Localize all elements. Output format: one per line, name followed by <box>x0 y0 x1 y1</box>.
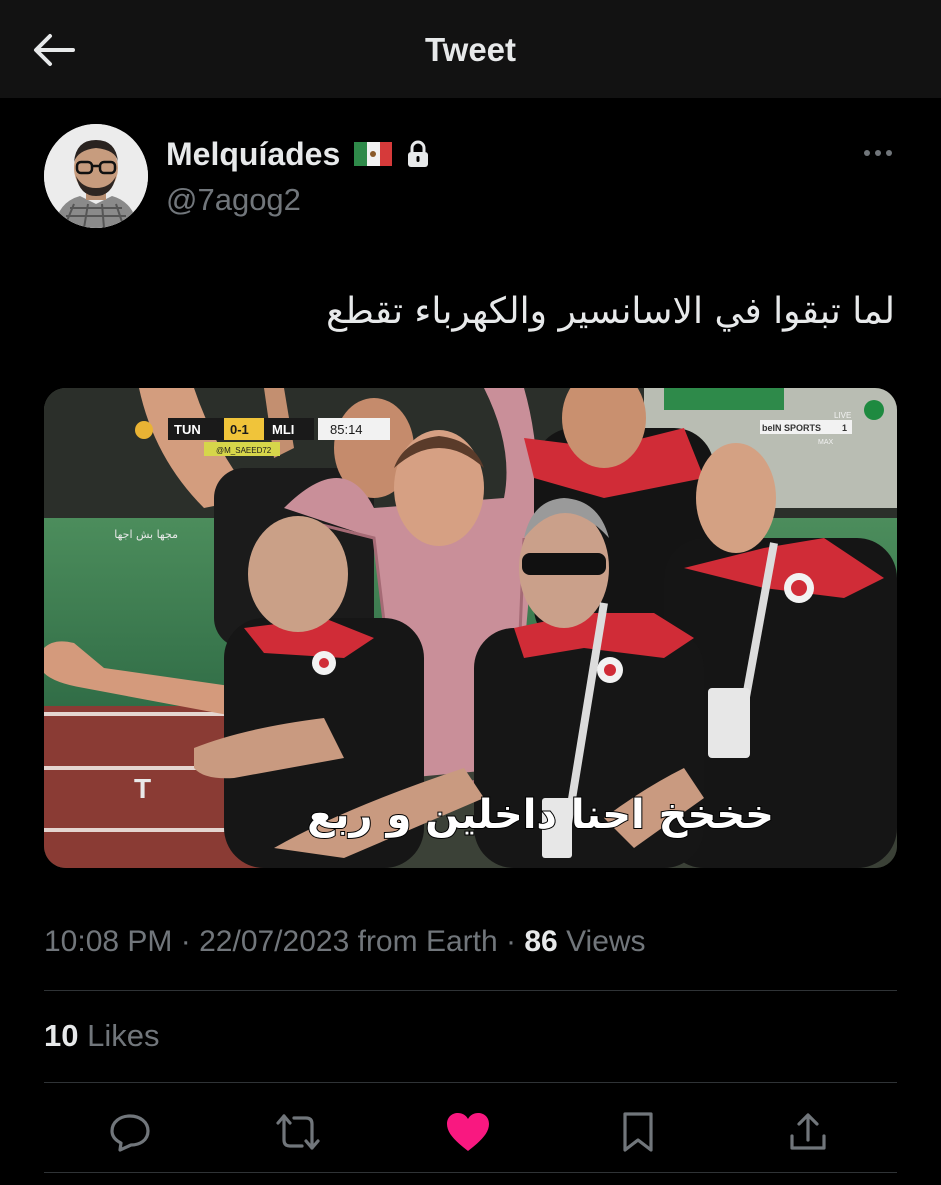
views-label: Views <box>566 925 646 958</box>
tweet-media[interactable]: TUN 0-1 MLI 85:14 @M_SAEED72 beIN SPORTS… <box>44 388 897 868</box>
tweet-meta: 10:08 PM · 22/07/2023 from Earth · 86 Vi… <box>44 922 646 962</box>
retweet-icon <box>276 1114 320 1150</box>
more-options-button[interactable] <box>858 138 898 168</box>
meta-separator: · <box>180 925 191 958</box>
score-home: TUN <box>174 422 201 437</box>
media-image: TUN 0-1 MLI 85:14 @M_SAEED72 beIN SPORTS… <box>44 388 897 868</box>
tweet-date[interactable]: 22/07/2023 <box>199 925 349 958</box>
share-icon <box>790 1113 826 1150</box>
like-icon <box>447 1113 489 1151</box>
reply-icon <box>110 1114 150 1152</box>
score-value: 0-1 <box>230 422 249 437</box>
meta-separator: · <box>506 925 516 958</box>
views-count: 86 <box>524 925 558 958</box>
author-name[interactable]: Melquíades <box>166 134 340 174</box>
match-clock: 85:14 <box>330 422 363 437</box>
avatar-image <box>44 124 148 228</box>
watermark: مجها بش اجها <box>114 528 178 541</box>
divider <box>44 1082 897 1083</box>
likes-label: Likes <box>87 1018 160 1053</box>
source-handle: @M_SAEED72 <box>216 446 272 455</box>
bookmark-icon <box>623 1112 653 1152</box>
avatar[interactable] <box>44 124 148 228</box>
author-name-row[interactable]: Melquíades <box>166 134 430 174</box>
max-label: MAX <box>818 439 834 446</box>
score-away: MLI <box>272 422 294 437</box>
more-icon <box>864 150 892 156</box>
lock-icon <box>408 140 429 167</box>
tweet-text: لما تبقوا في الاسانسير والكهرباء تقطع <box>326 291 895 332</box>
divider <box>44 1172 897 1173</box>
reply-button[interactable] <box>102 1104 158 1160</box>
author-handle[interactable]: @7agog2 <box>166 180 301 220</box>
live-label: LIVE <box>834 411 851 420</box>
tweet-time[interactable]: 10:08 PM <box>44 925 172 958</box>
channel-tag: T <box>134 773 151 804</box>
bookmark-button[interactable] <box>610 1104 666 1160</box>
likes-count: 10 <box>44 1018 79 1053</box>
divider <box>44 990 897 991</box>
action-bar <box>44 1104 897 1160</box>
like-button[interactable] <box>440 1104 496 1160</box>
share-button[interactable] <box>780 1104 836 1160</box>
retweet-button[interactable] <box>270 1104 326 1160</box>
video-subtitle: خخخخ احنا داخلين و ربع <box>307 792 774 838</box>
broadcaster-channel: 1 <box>842 423 847 433</box>
tweet-source: from Earth <box>357 925 498 958</box>
page-title: Tweet <box>424 31 517 68</box>
top-bar: Tweet <box>0 0 941 98</box>
mexico-flag-icon <box>354 142 393 166</box>
broadcaster-name: beIN SPORTS <box>762 423 821 433</box>
likes-row[interactable]: 10 Likes <box>44 1016 159 1056</box>
